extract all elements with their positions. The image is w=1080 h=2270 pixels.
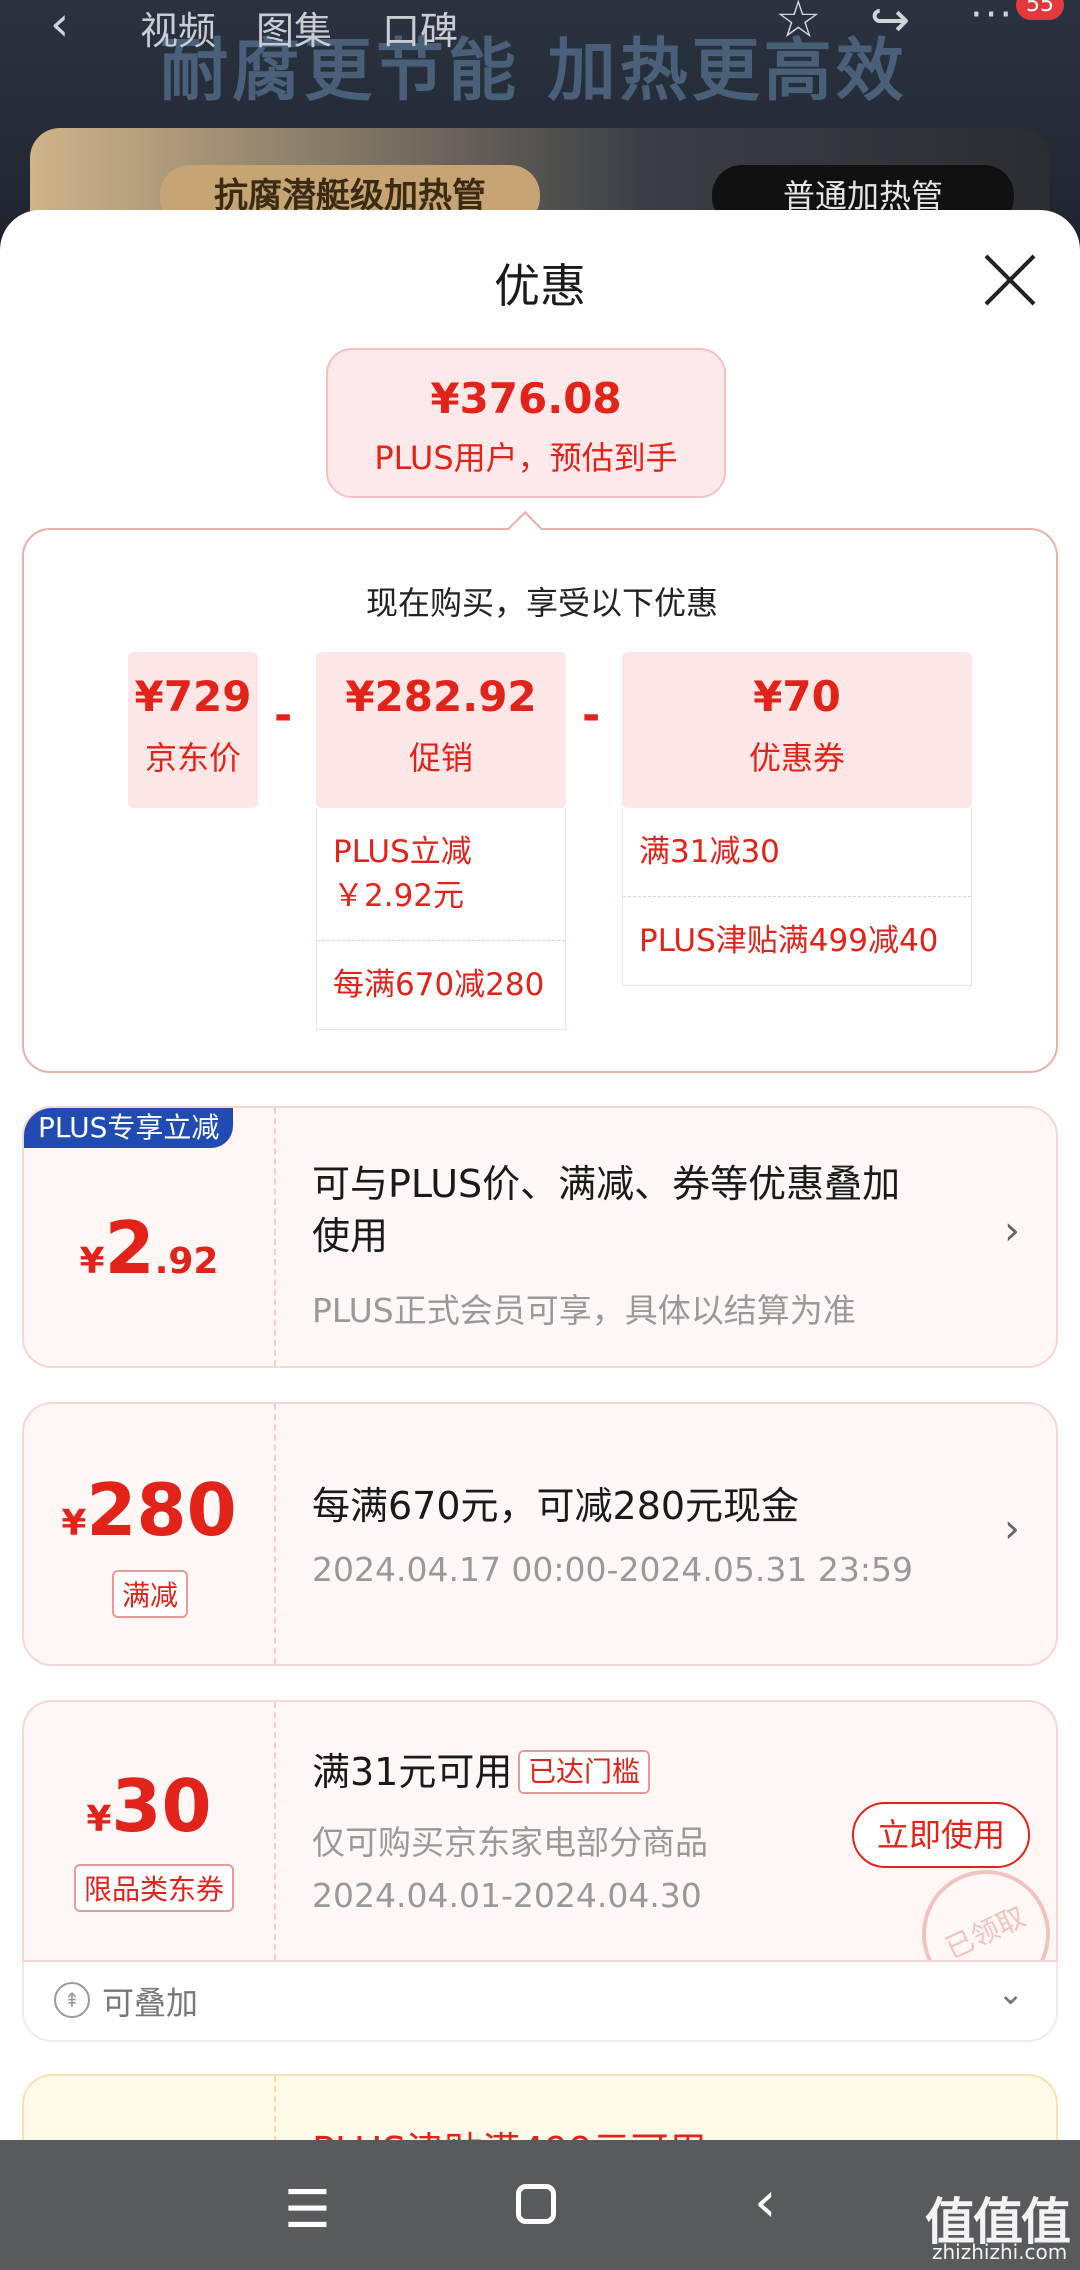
tab-reviews[interactable]: 口碑 [382,0,458,55]
price-breakdown: 现在购买，享受以下优惠 ¥729 京东价 - ¥282.92 促销 PLUS立减… [22,528,1058,1073]
close-icon[interactable] [980,250,1040,310]
yen-sign: ¥ [79,1241,105,1282]
product-header: 耐腐更节能 加热更高效 ‹ 视频 图集 口碑 ☆ ↪ ··· 55 抗腐潜艇级加… [0,0,1080,230]
card-subtitle: PLUS正式会员可享，具体以结算为准 [312,1291,856,1330]
share-icon[interactable]: ↪ [870,0,910,48]
estimated-price-box: ¥376.08 PLUS用户，预估到手 [326,348,726,498]
breakdown-heading: 现在购买，享受以下优惠 [365,584,718,622]
back-icon[interactable]: ‹ [50,0,69,52]
card-divider [274,1404,276,1664]
plus-discount-card[interactable]: PLUS专享立减 ¥2.92 可与PLUS价、满减、券等优惠叠加使用 PLUS正… [22,1106,1058,1368]
minus-sign: - [274,690,293,741]
discount-sheet: 优惠 ¥376.08 PLUS用户，预估到手 现在购买，享受以下优惠 ¥729 … [0,210,1080,2140]
card-title: PLUS津贴满499元可用 [312,2120,707,2140]
coupon-details: 满31减30 PLUS津贴满499减40 [622,808,972,986]
promo-detail-item: PLUS立减 ￥2.92元 [317,808,565,941]
use-now-button[interactable]: 立即使用 [852,1802,1030,1868]
card-title: 每满670元，可减280元现金 [312,1484,800,1528]
card-title: 满31元可用 [312,1750,513,1794]
chevron-right-icon[interactable]: › [1004,1208,1020,1254]
promo-value: ¥282.92 [345,672,537,721]
chevron-down-icon[interactable]: ⌄ [997,1974,1024,2012]
top-nav: ‹ 视频 图集 口碑 ☆ ↪ ··· 55 [0,0,1080,53]
amount-int: 2 [104,1206,155,1290]
promo-detail-item: 每满670减280 [333,967,545,1003]
stackable-label: 可叠加 [102,1984,199,2022]
card-divider [274,1108,276,1366]
system-nav-bar: ☰ ‹ 值值值 zhizhizhi.com [0,2140,1080,2270]
jd-price-cell: ¥729 京东价 [128,652,258,808]
full-reduction-tag: 满减 [112,1570,189,1618]
coupon-amount: ¥30 [24,1764,274,1848]
coupon-category-tag: 限品类东券 [74,1864,235,1912]
discount-amount: ¥2.92 [24,1206,274,1290]
more-icon[interactable]: ··· [970,0,1014,38]
watermark-url: zhizhizhi.com [932,2240,1068,2264]
back-nav-icon[interactable]: ‹ [754,2170,776,2235]
stack-icon: ⇞ [54,1982,90,2018]
coupon-scope: 仅可购买京东家电部分商品 [312,1823,708,1862]
recent-apps-icon[interactable]: ☰ [284,2180,331,2240]
threshold-reached-badge: 已达门槛 [518,1750,651,1794]
amount-int: 280 [86,1468,237,1552]
tab-gallery[interactable]: 图集 [256,0,332,55]
home-icon[interactable] [516,2184,556,2224]
message-count-badge: 55 [1016,0,1064,20]
plus-badge: PLUS专享立减 [24,1108,234,1148]
amount-int: 30 [111,1764,212,1848]
coupon-label: 优惠券 [748,739,845,777]
jd-price-value: ¥729 [134,672,252,721]
sheet-title: 优惠 [494,259,586,313]
coupon-detail-item: PLUS津贴满499减40 [639,923,939,959]
estimated-price-label: PLUS用户，预估到手 [374,439,678,477]
stackable-row[interactable]: ⇞ 可叠加 ⌄ [22,1962,1058,2042]
yen-sign: ¥ [61,1503,87,1544]
plus-subsidy-card[interactable]: PLUS津贴满499元可用 [22,2074,1058,2140]
jd-coupon-card: ¥30 限品类东券 满31元可用 已达门槛 仅可购买京东家电部分商品 2024.… [22,1700,1058,1962]
card-divider [274,2076,276,2140]
promo-label: 促销 [408,739,473,777]
chevron-right-icon[interactable]: › [1004,1506,1020,1552]
jd-price-label: 京东价 [144,739,241,777]
favorite-star-icon[interactable]: ☆ [775,0,822,50]
coupon-value: ¥70 [753,672,841,721]
tab-video[interactable]: 视频 [140,0,216,55]
discount-amount: ¥280 [24,1468,274,1552]
amount-dec: .92 [154,1241,219,1282]
card-divider [274,1702,276,1960]
card-title: 可与PLUS价、满减、券等优惠叠加使用 [312,1162,901,1258]
coupon-detail-item: 满31减30 [623,808,971,897]
full-reduction-card[interactable]: ¥280 满减 每满670元，可减280元现金 2024.04.17 00:00… [22,1402,1058,1666]
promo-cell: ¥282.92 促销 [316,652,566,808]
coupon-validity: 2024.04.01-2024.04.30 [312,1876,702,1915]
promo-details: PLUS立减 ￥2.92元 每满670减280 [316,808,566,1030]
card-validity: 2024.04.17 00:00-2024.05.31 23:59 [312,1550,913,1589]
estimated-price: ¥376.08 [430,374,622,423]
coupon-cell: ¥70 优惠券 [622,652,972,808]
yen-sign: ¥ [86,1799,112,1840]
minus-sign: - [582,690,601,741]
